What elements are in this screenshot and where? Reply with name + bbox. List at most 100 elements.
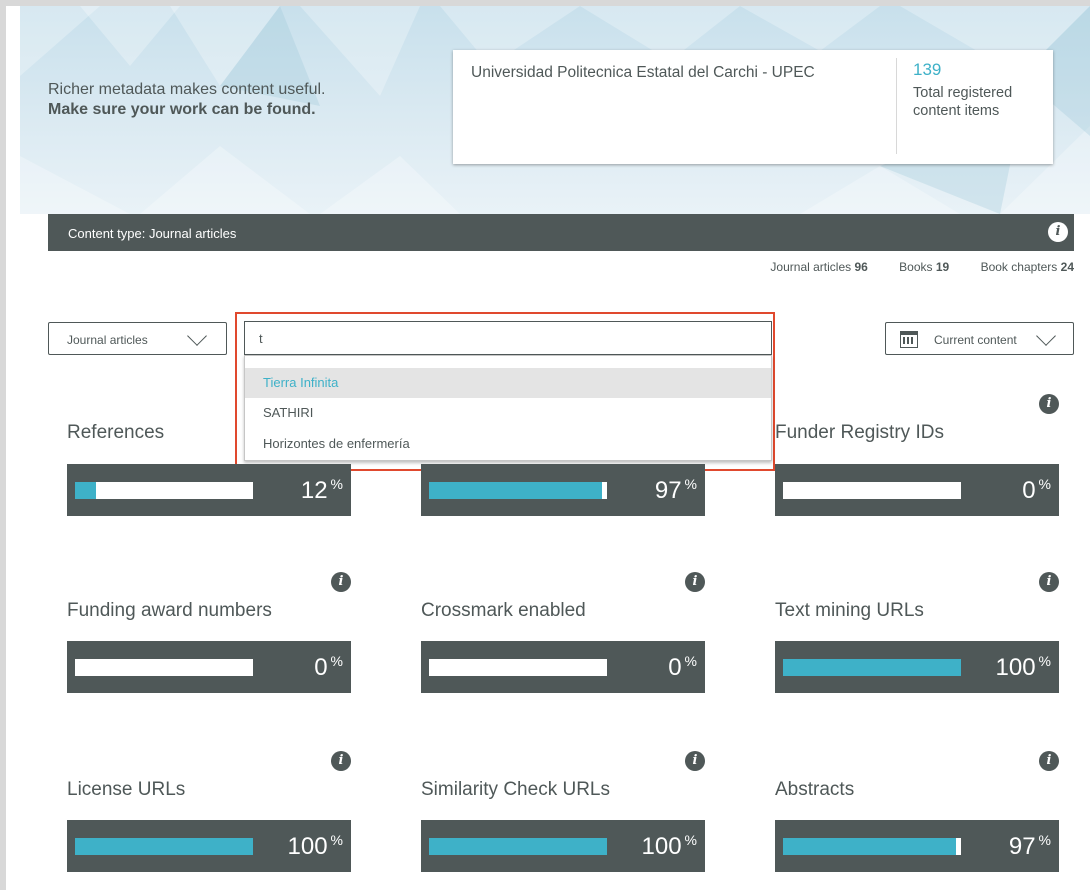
percent-sign: % (330, 653, 343, 669)
progress-fill (429, 482, 602, 499)
progress-track (75, 659, 253, 676)
count-value: 24 (1060, 260, 1074, 274)
title-search-input[interactable] (244, 321, 772, 355)
metric-value: 100 (995, 654, 1036, 681)
percent-sign: % (684, 832, 697, 848)
percent-sign: % (1038, 653, 1051, 669)
count-value: 19 (935, 260, 950, 274)
metric-bar-panel: 97% (421, 464, 705, 516)
count-journal-articles: Journal articles 96 (756, 260, 867, 274)
progress-track (783, 659, 961, 676)
metric-bar-panel: 0% (775, 464, 1059, 516)
tagline-bold-text: Make sure your work can be found. (48, 101, 316, 118)
organization-name: Universidad Politecnica Estatal del Carc… (471, 64, 815, 81)
metric-percentage: 100% (288, 832, 344, 861)
metric-title: Similarity Check URLs (421, 779, 610, 800)
progress-track (783, 482, 961, 499)
count-label: Book chapters (980, 260, 1058, 274)
percent-sign: % (1038, 832, 1051, 848)
progress-track (429, 838, 607, 855)
count-book-chapters: Book chapters 24 (967, 260, 1074, 274)
period-select-value: Current content (934, 333, 1017, 347)
percent-sign: % (330, 832, 343, 848)
metric-bar-panel: 0% (421, 641, 705, 693)
metric-percentage: 0% (668, 653, 697, 682)
progress-track (783, 838, 961, 855)
metric-title: Crossmark enabled (421, 600, 586, 621)
hero-tagline: Richer metadata makes content useful. Ma… (48, 80, 378, 120)
info-icon[interactable]: i (331, 751, 351, 771)
metric-percentage: 100% (996, 653, 1052, 682)
percent-sign: % (684, 476, 697, 492)
type-counts: Journal articles 96 Books 19 Book chapte… (742, 260, 1074, 274)
count-books: Books 19 (885, 260, 949, 274)
count-label: Books (899, 260, 933, 274)
chevron-down-icon (187, 326, 207, 346)
metric-percentage: 100% (642, 832, 698, 861)
percent-sign: % (330, 476, 343, 492)
progress-fill (75, 482, 97, 499)
metric-title: License URLs (67, 779, 186, 800)
metric-percentage: 12% (301, 476, 343, 505)
info-icon[interactable]: i (1039, 751, 1059, 771)
metric-bar-panel: 100% (775, 641, 1059, 693)
count-value: 96 (854, 260, 868, 274)
count-label: Journal articles (770, 260, 852, 274)
metric-bar-panel: 97% (775, 820, 1059, 872)
progress-track (429, 482, 607, 499)
content-type-select-value: Journal articles (67, 333, 148, 347)
metric-bar-panel: 100% (67, 820, 351, 872)
content-type-bar: Content type: Journal articles i (48, 214, 1074, 251)
calendar-icon (900, 331, 918, 348)
progress-fill (783, 659, 961, 676)
info-icon[interactable]: i (331, 572, 351, 592)
tagline-text: Richer metadata makes content useful. (48, 81, 326, 98)
metric-percentage: 97% (1009, 832, 1051, 861)
metric-value: 0 (668, 654, 682, 681)
period-select[interactable]: Current content (885, 322, 1074, 355)
card-divider (896, 58, 897, 154)
info-icon[interactable]: i (685, 572, 705, 592)
percent-sign: % (684, 653, 697, 669)
info-icon[interactable]: i (1039, 394, 1059, 414)
page: Richer metadata makes content useful. Ma… (0, 0, 1090, 890)
progress-track (75, 838, 253, 855)
autocomplete-option[interactable]: Horizontes de enfermería (245, 429, 771, 459)
left-border (0, 0, 6, 890)
metric-value: 100 (287, 833, 328, 860)
content-type-label: Content type: Journal articles (68, 226, 237, 241)
progress-track (429, 659, 607, 676)
metric-title: Funding award numbers (67, 600, 272, 621)
metric-value: 100 (641, 833, 682, 860)
metric-title: Text mining URLs (775, 600, 924, 621)
autocomplete-dropdown: Tierra Infinita SATHIRI Horizontes de en… (244, 355, 772, 461)
metric-value: 12 (300, 477, 328, 504)
total-items-count[interactable]: 139 (913, 60, 941, 80)
metric-title: References (67, 422, 165, 443)
metric-percentage: 97% (655, 476, 697, 505)
metric-bar-panel: 0% (67, 641, 351, 693)
progress-fill (783, 838, 956, 855)
info-icon[interactable]: i (1048, 222, 1068, 242)
metric-value: 97 (654, 477, 682, 504)
progress-fill (75, 838, 253, 855)
metric-bar-panel: 12% (67, 464, 351, 516)
metric-title: Abstracts (775, 779, 855, 800)
organization-card: Universidad Politecnica Estatal del Carc… (453, 50, 1053, 164)
progress-track (75, 482, 253, 499)
total-items-label: Total registered content items (913, 85, 1013, 119)
info-icon[interactable]: i (1039, 572, 1059, 592)
percent-sign: % (1038, 476, 1051, 492)
metric-value: 0 (1022, 477, 1036, 504)
metric-value: 97 (1008, 833, 1036, 860)
content-type-select[interactable]: Journal articles (48, 322, 227, 355)
info-icon[interactable]: i (685, 751, 705, 771)
chevron-down-icon (1036, 326, 1056, 346)
metric-title: Funder Registry IDs (775, 422, 944, 443)
autocomplete-option[interactable]: SATHIRI (245, 398, 771, 428)
metric-percentage: 0% (1022, 476, 1051, 505)
autocomplete-option[interactable]: Tierra Infinita (245, 368, 771, 398)
metric-value: 0 (314, 654, 328, 681)
metric-bar-panel: 100% (421, 820, 705, 872)
progress-fill (429, 838, 607, 855)
